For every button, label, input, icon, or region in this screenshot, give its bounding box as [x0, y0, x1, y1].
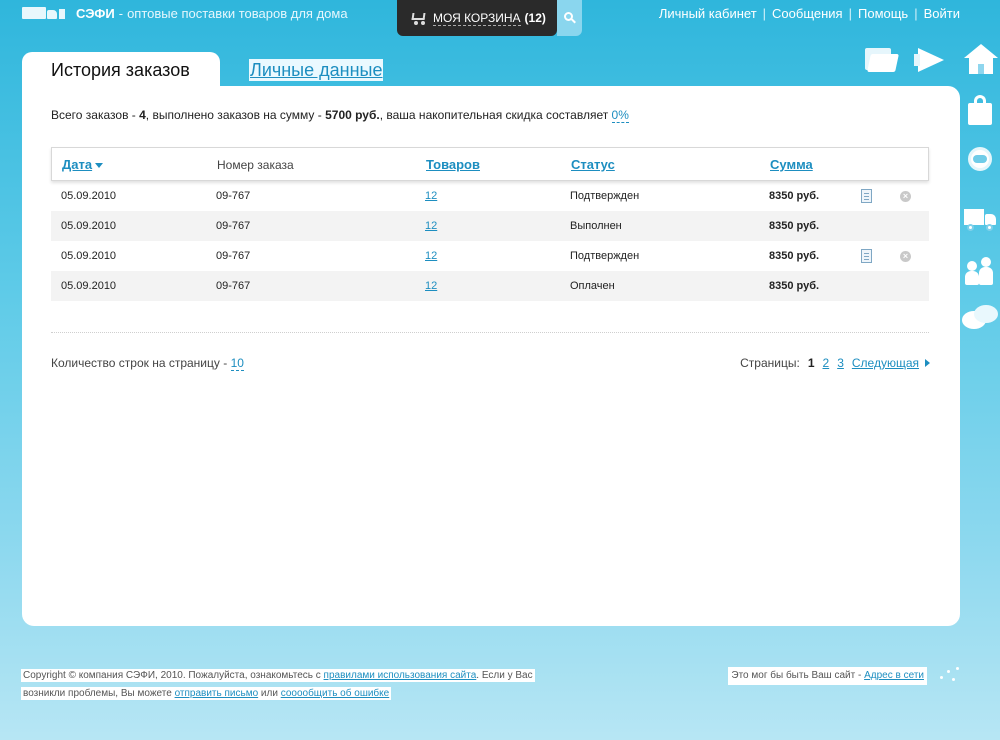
summary-total-orders: 4	[139, 108, 146, 122]
bag-icon[interactable]	[968, 95, 992, 125]
cell-sum: 8350 руб.	[769, 250, 820, 262]
truck-icon	[22, 5, 66, 21]
cell-status: Выполнен	[570, 220, 622, 232]
footer-text-2b: или	[258, 688, 281, 699]
page-current: 1	[807, 356, 815, 370]
brand-tagline: оптовые поставки товаров для дома	[127, 5, 348, 21]
nav-help[interactable]: Помощь	[858, 6, 908, 21]
nav-account[interactable]: Личный кабинет	[659, 6, 757, 21]
cart-count: (12)	[524, 11, 546, 25]
cell-date: 05.09.2010	[61, 220, 117, 232]
folder-icon[interactable]	[865, 46, 899, 72]
cell-number: 09-767	[216, 250, 251, 262]
cell-items-link[interactable]: 12	[425, 280, 437, 292]
table-row: 05.09.2010 09-767 12 Подтвержден 8350 ру…	[51, 181, 929, 211]
megaphone-icon[interactable]	[914, 48, 948, 74]
dots-icon	[938, 666, 960, 686]
orders-table: Дата Номер заказа Товаров Статус Сумма 0…	[51, 147, 929, 301]
next-page-link[interactable]: Следующая	[852, 356, 919, 370]
footer-text-1b: . Если у Вас	[476, 670, 533, 681]
pagination: Страницы: 1 2 3 Следующая	[740, 356, 930, 370]
footer-text-2: возникли проблемы, Вы можете	[23, 688, 175, 699]
cell-number: 09-767	[216, 220, 251, 232]
orders-summary: Всего заказов - 4, выполнено заказов на …	[51, 108, 629, 123]
cart-label: МОЯ КОРЗИНА	[433, 10, 521, 26]
summary-total-sum: 5700 руб.	[325, 108, 380, 122]
column-date-label: Дата	[62, 157, 93, 172]
cart-button[interactable]: МОЯ КОРЗИНА (12)	[397, 0, 557, 36]
nav-separator: |	[762, 6, 767, 21]
delete-icon[interactable]: ×	[900, 191, 911, 202]
home-icon[interactable]	[964, 44, 998, 76]
chevron-right-icon	[925, 359, 930, 367]
pagination-label: Страницы:	[740, 356, 800, 370]
cell-sum: 8350 руб.	[769, 280, 820, 292]
column-date[interactable]: Дата	[62, 157, 104, 172]
cell-sum: 8350 руб.	[769, 190, 820, 202]
cell-sum: 8350 руб.	[769, 220, 820, 232]
column-number: Номер заказа	[217, 158, 294, 172]
page-link-2[interactable]: 2	[823, 356, 830, 370]
discount-link[interactable]: 0%	[611, 108, 629, 123]
cell-number: 09-767	[216, 190, 251, 202]
terms-link[interactable]: правилами использования сайта	[324, 670, 477, 681]
main-panel: Всего заказов - 4, выполнено заказов на …	[22, 86, 960, 626]
cell-date: 05.09.2010	[61, 250, 117, 262]
tab-personal-data[interactable]: Личные данные	[249, 59, 384, 81]
column-items[interactable]: Товаров	[426, 157, 480, 172]
document-icon[interactable]	[861, 249, 872, 263]
cell-items-link[interactable]: 12	[425, 250, 437, 262]
footer-text-1: Copyright © компания СЭФИ, 2010. Пожалуй…	[23, 670, 324, 681]
footer-right-text: Это мог бы быть Ваш сайт -	[731, 670, 865, 681]
top-bar: СЭФИ - оптовые поставки товаров для дома…	[0, 0, 1000, 36]
report-error-link[interactable]: сооообщить об ошибке	[281, 688, 389, 699]
delivery-truck-icon[interactable]	[964, 207, 998, 231]
footer-copyright: Copyright © компания СЭФИ, 2010. Пожалуй…	[21, 667, 551, 703]
chat-icon[interactable]	[962, 305, 998, 333]
rows-per-page-label: Количество строк на страницу -	[51, 356, 231, 370]
user-nav: Личный кабинет | Сообщения | Помощь | Во…	[659, 6, 960, 21]
cell-items-link[interactable]: 12	[425, 190, 437, 202]
nav-messages[interactable]: Сообщения	[772, 6, 843, 21]
nav-separator: |	[848, 6, 852, 21]
summary-suffix: , ваша накопительная скидка составляет	[379, 108, 612, 122]
site-address-link[interactable]: Адрес в сети	[864, 670, 924, 681]
table-row: 05.09.2010 09-767 12 Подтвержден 8350 ру…	[51, 241, 929, 271]
cell-number: 09-767	[216, 280, 251, 292]
column-status[interactable]: Статус	[571, 157, 615, 172]
nav-separator: |	[914, 6, 918, 21]
send-letter-link[interactable]: отправить письмо	[175, 688, 259, 699]
table-header: Дата Номер заказа Товаров Статус Сумма	[51, 147, 929, 181]
column-sum[interactable]: Сумма	[770, 157, 813, 172]
document-icon[interactable]	[861, 189, 872, 203]
support-icon[interactable]	[964, 143, 996, 177]
cell-date: 05.09.2010	[61, 280, 117, 292]
sort-desc-icon	[95, 163, 104, 169]
rows-per-page-select[interactable]: 10	[230, 356, 244, 371]
table-row: 05.09.2010 09-767 12 Оплачен 8350 руб.	[51, 271, 929, 301]
delete-icon[interactable]: ×	[900, 251, 911, 262]
cell-status: Подтвержден	[570, 190, 640, 202]
footer-site-promo: Это мог бы быть Ваш сайт - Адрес в сети	[728, 667, 927, 685]
rows-per-page: Количество строк на страницу - 10	[51, 356, 244, 371]
brand-name: СЭФИ	[76, 5, 115, 21]
brand[interactable]: СЭФИ - оптовые поставки товаров для дома	[22, 5, 348, 21]
table-row: 05.09.2010 09-767 12 Выполнен 8350 руб.	[51, 211, 929, 241]
nav-login[interactable]: Войти	[924, 6, 960, 21]
search-icon	[563, 12, 576, 24]
divider	[51, 332, 929, 333]
search-button[interactable]	[557, 0, 582, 36]
summary-middle: , выполнено заказов на сумму -	[145, 108, 326, 122]
cell-status: Подтвержден	[570, 250, 640, 262]
cart-icon	[409, 11, 427, 25]
cell-status: Оплачен	[570, 280, 615, 292]
people-icon[interactable]	[964, 255, 996, 285]
cell-items-link[interactable]: 12	[425, 220, 437, 232]
cell-date: 05.09.2010	[61, 190, 117, 202]
brand-separator: -	[118, 5, 124, 21]
page-link-3[interactable]: 3	[837, 356, 844, 370]
summary-prefix: Всего заказов -	[51, 108, 140, 122]
